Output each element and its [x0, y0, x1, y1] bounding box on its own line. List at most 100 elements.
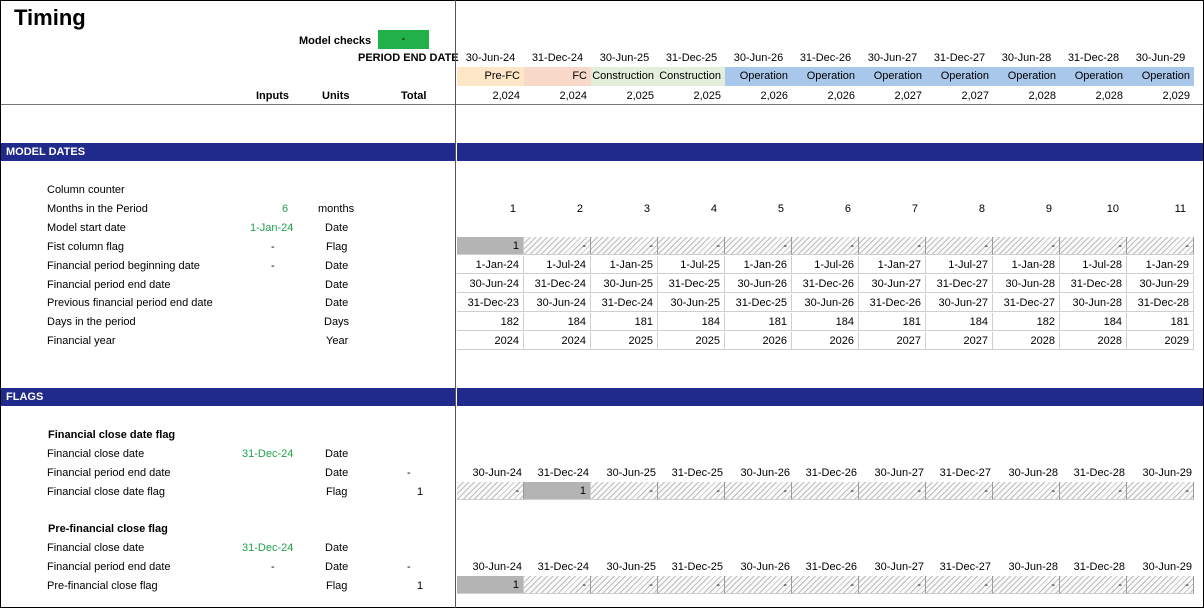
end-date-cell[interactable]: 31-Dec-24 — [524, 275, 591, 293]
input-start-date[interactable]: 1-Jan-24 — [250, 222, 293, 234]
first-flag-cell[interactable]: - — [1060, 237, 1127, 255]
prefc-flag-cell[interactable]: - — [1127, 576, 1194, 594]
prev-end-date-cell[interactable]: 30-Jun-24 — [524, 294, 591, 312]
end-date-cell[interactable]: 31-Dec-25 — [658, 275, 725, 293]
fy-cell[interactable]: 2027 — [859, 332, 926, 350]
end-date-cell[interactable]: 31-Dec-26 — [792, 275, 859, 293]
unit-begin-date: Date — [325, 260, 349, 272]
fc-flag-cell[interactable]: - — [993, 482, 1060, 500]
prev-end-date-cell[interactable]: 31-Dec-28 — [1127, 294, 1194, 312]
first-flag-cell[interactable]: - — [993, 237, 1060, 255]
prefc-flag-cell[interactable]: - — [658, 576, 725, 594]
begin-date-cell[interactable]: 1-Jul-25 — [658, 256, 725, 274]
prefc-flag-cell[interactable]: - — [993, 576, 1060, 594]
days-cell[interactable]: 181 — [1127, 313, 1194, 331]
prev-end-date-cell[interactable]: 30-Jun-28 — [1060, 294, 1127, 312]
begin-date-cell[interactable]: 1-Jan-29 — [1127, 256, 1194, 274]
begin-date-cell[interactable]: 1-Jul-28 — [1060, 256, 1127, 274]
days-cell[interactable]: 182 — [457, 313, 524, 331]
fy-cell[interactable]: 2026 — [725, 332, 792, 350]
fy-cell[interactable]: 2028 — [1060, 332, 1127, 350]
input-prefc-end-date[interactable]: - — [271, 561, 275, 573]
days-cell[interactable]: 184 — [1060, 313, 1127, 331]
fc-flag-cell[interactable]: - — [658, 482, 725, 500]
prev-end-date-cell[interactable]: 31-Dec-26 — [859, 294, 926, 312]
end-date-cell[interactable]: 30-Jun-26 — [725, 275, 792, 293]
prefc-flag-cell[interactable]: - — [591, 576, 658, 594]
fy-cell[interactable]: 2025 — [591, 332, 658, 350]
prev-end-date-cell[interactable]: 31-Dec-27 — [993, 294, 1060, 312]
prev-end-date-cell[interactable]: 30-Jun-27 — [926, 294, 993, 312]
prefc-end-date-cell: 31-Dec-25 — [671, 561, 723, 573]
first-flag-cell[interactable]: - — [1127, 237, 1194, 255]
days-cell[interactable]: 184 — [524, 313, 591, 331]
fc-flag-cell[interactable]: - — [725, 482, 792, 500]
begin-date-cell[interactable]: 1-Jan-24 — [457, 256, 524, 274]
input-prefc-close-date[interactable]: 31-Dec-24 — [242, 542, 293, 554]
days-cell[interactable]: 184 — [926, 313, 993, 331]
first-flag-cell[interactable]: 1 — [457, 237, 524, 255]
end-date-cell[interactable]: 30-Jun-25 — [591, 275, 658, 293]
section-band-flags[interactable]: FLAGS — [1, 388, 1203, 406]
fy-cell[interactable]: 2024 — [524, 332, 591, 350]
end-date-cell[interactable]: 31-Dec-27 — [926, 275, 993, 293]
begin-date-cell[interactable]: 1-Jul-27 — [926, 256, 993, 274]
days-cell[interactable]: 184 — [658, 313, 725, 331]
fy-cell[interactable]: 2024 — [457, 332, 524, 350]
begin-date-cell[interactable]: 1-Jul-24 — [524, 256, 591, 274]
end-date-cell[interactable]: 30-Jun-28 — [993, 275, 1060, 293]
fc-flag-cell[interactable]: - — [859, 482, 926, 500]
begin-date-cell[interactable]: 1-Jul-26 — [792, 256, 859, 274]
first-flag-cell[interactable]: - — [859, 237, 926, 255]
first-flag-cell[interactable]: - — [524, 237, 591, 255]
prefc-flag-cell[interactable]: - — [926, 576, 993, 594]
prev-end-date-cell[interactable]: 31-Dec-24 — [591, 294, 658, 312]
days-cell[interactable]: 182 — [993, 313, 1060, 331]
begin-date-cell[interactable]: 1-Jan-28 — [993, 256, 1060, 274]
first-flag-cell[interactable]: - — [658, 237, 725, 255]
begin-date-cell[interactable]: 1-Jan-25 — [591, 256, 658, 274]
prev-end-date-cell[interactable]: 30-Jun-26 — [792, 294, 859, 312]
input-fc-close-date[interactable]: 31-Dec-24 — [242, 448, 293, 460]
fc-flag-cell[interactable]: - — [792, 482, 859, 500]
fc-flag-cell[interactable]: - — [591, 482, 658, 500]
prefc-flag-cell[interactable]: - — [859, 576, 926, 594]
fc-flag-cell[interactable]: - — [926, 482, 993, 500]
end-date-cell[interactable]: 30-Jun-24 — [457, 275, 524, 293]
prefc-flag-cell[interactable]: - — [524, 576, 591, 594]
prefc-flag-cell[interactable]: - — [1060, 576, 1127, 594]
fc-flag-cell[interactable]: - — [1127, 482, 1194, 500]
first-flag-cell[interactable]: - — [926, 237, 993, 255]
fc-flag-cell[interactable]: - — [1060, 482, 1127, 500]
end-date-cell[interactable]: 30-Jun-27 — [859, 275, 926, 293]
fc-flag-cell[interactable]: - — [457, 482, 524, 500]
begin-date-cell[interactable]: 1-Jan-27 — [859, 256, 926, 274]
prev-end-date-cell[interactable]: 30-Jun-25 — [658, 294, 725, 312]
prefc-flag-cell[interactable]: - — [725, 576, 792, 594]
end-date-cell[interactable]: 30-Jun-29 — [1127, 275, 1194, 293]
prev-end-date-cell[interactable]: 31-Dec-25 — [725, 294, 792, 312]
input-months[interactable]: 6 — [282, 203, 288, 215]
first-flag-cell[interactable]: - — [591, 237, 658, 255]
model-checks-cell[interactable]: - — [378, 30, 429, 49]
days-cell[interactable]: 184 — [792, 313, 859, 331]
input-first-flag[interactable]: - — [271, 241, 275, 253]
first-flag-cell[interactable]: - — [725, 237, 792, 255]
input-begin-date[interactable]: - — [271, 260, 275, 272]
fc-flag-cell[interactable]: 1 — [524, 482, 591, 500]
fy-cell[interactable]: 2026 — [792, 332, 859, 350]
prev-end-date-cell[interactable]: 31-Dec-23 — [457, 294, 524, 312]
prefc-flag-cell[interactable]: 1 — [457, 576, 524, 594]
fy-cell[interactable]: 2028 — [993, 332, 1060, 350]
days-cell[interactable]: 181 — [859, 313, 926, 331]
first-flag-cell[interactable]: - — [792, 237, 859, 255]
fy-cell[interactable]: 2027 — [926, 332, 993, 350]
days-cell[interactable]: 181 — [725, 313, 792, 331]
fy-cell[interactable]: 2029 — [1127, 332, 1194, 350]
prefc-flag-cell[interactable]: - — [792, 576, 859, 594]
begin-date-cell[interactable]: 1-Jan-26 — [725, 256, 792, 274]
fy-cell[interactable]: 2025 — [658, 332, 725, 350]
days-cell[interactable]: 181 — [591, 313, 658, 331]
end-date-cell[interactable]: 31-Dec-28 — [1060, 275, 1127, 293]
section-band-model-dates[interactable]: MODEL DATES — [1, 143, 1203, 161]
